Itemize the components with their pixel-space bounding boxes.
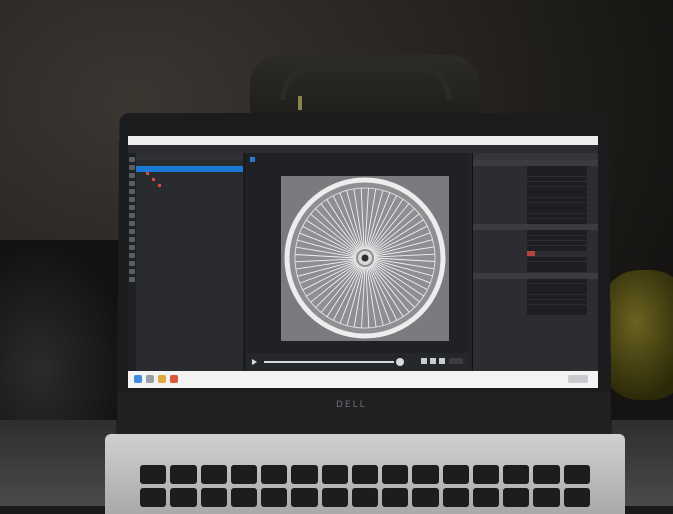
start-icon[interactable]	[134, 375, 142, 383]
windows-taskbar	[128, 371, 598, 388]
view-button[interactable]	[449, 358, 463, 364]
property-value[interactable]	[527, 235, 587, 241]
menu-item[interactable]	[352, 145, 380, 153]
playback-bar	[246, 353, 469, 371]
properties-header	[473, 153, 598, 160]
property-value[interactable]	[527, 240, 587, 246]
checkbox-icon[interactable]	[152, 178, 155, 181]
system-tray[interactable]	[568, 375, 588, 383]
folder-icon[interactable]	[158, 375, 166, 383]
minimize-icon[interactable]	[568, 137, 576, 150]
tool-button[interactable]	[129, 269, 135, 274]
backpack-tag	[298, 96, 302, 110]
tool-button[interactable]	[129, 277, 135, 282]
property-value[interactable]	[527, 262, 587, 267]
property-value[interactable]	[527, 192, 587, 198]
menu-bar	[128, 145, 598, 153]
zoom-icon[interactable]	[430, 358, 436, 364]
tool-button[interactable]	[129, 245, 135, 250]
tool-button[interactable]	[129, 213, 135, 218]
property-value[interactable]	[527, 278, 587, 284]
property-value[interactable]	[527, 181, 587, 187]
property-value[interactable]	[527, 256, 587, 262]
tool-button[interactable]	[129, 205, 135, 210]
close-icon[interactable]	[588, 137, 596, 152]
search-icon[interactable]	[146, 375, 154, 383]
slider-handle[interactable]	[396, 358, 404, 366]
property-value[interactable]	[527, 213, 587, 219]
property-row	[473, 218, 598, 224]
menu-item[interactable]	[380, 145, 408, 153]
property-value[interactable]	[527, 310, 587, 316]
tool-button[interactable]	[129, 157, 135, 162]
menu-item[interactable]	[324, 145, 352, 153]
property-value[interactable]	[527, 197, 587, 203]
property-value[interactable]	[527, 267, 587, 272]
browser-icon[interactable]	[170, 375, 178, 383]
property-value[interactable]	[527, 171, 587, 176]
play-icon[interactable]	[252, 359, 257, 365]
property-value[interactable]	[527, 208, 587, 213]
tool-button[interactable]	[129, 189, 135, 194]
properties-panel	[472, 153, 598, 371]
property-value[interactable]	[527, 289, 587, 294]
maximize-icon[interactable]	[578, 137, 586, 152]
laptop-logo: DELL	[336, 400, 367, 410]
property-value[interactable]	[527, 305, 587, 310]
tool-button[interactable]	[129, 261, 135, 266]
property-value[interactable]	[527, 203, 587, 208]
tool-button[interactable]	[129, 165, 135, 170]
zoom-icon[interactable]	[421, 358, 427, 364]
property-value[interactable]	[527, 299, 587, 305]
tool-button[interactable]	[129, 197, 135, 202]
timeline-slider[interactable]	[264, 361, 394, 363]
color-swatch[interactable]	[527, 251, 535, 257]
property-value[interactable]	[527, 218, 587, 224]
menu-item[interactable]	[296, 145, 324, 153]
tool-strip	[128, 153, 136, 371]
property-value[interactable]	[527, 187, 587, 192]
tool-button[interactable]	[129, 173, 135, 178]
property-value[interactable]	[527, 294, 587, 300]
settings-icon[interactable]	[439, 358, 445, 364]
property-value[interactable]	[527, 230, 587, 235]
menu-item[interactable]	[156, 145, 184, 153]
tree-header	[136, 153, 243, 160]
menu-item[interactable]	[212, 145, 240, 153]
laptop-bezel	[118, 392, 610, 436]
backpack-strap	[280, 64, 452, 100]
keyboard	[140, 465, 590, 507]
property-value[interactable]	[527, 246, 587, 251]
tool-button[interactable]	[129, 229, 135, 234]
menu-item[interactable]	[268, 145, 296, 153]
object-tree-panel	[136, 153, 244, 371]
menu-item[interactable]	[184, 145, 212, 153]
ct-scan-image[interactable]	[281, 176, 449, 341]
laptop-screen	[128, 136, 598, 388]
tool-button[interactable]	[129, 237, 135, 242]
tool-button[interactable]	[129, 253, 135, 258]
property-row	[473, 267, 598, 272]
property-value[interactable]	[527, 176, 587, 182]
viewport-corner-icon[interactable]	[250, 157, 255, 162]
property-value[interactable]	[527, 283, 587, 289]
tool-button[interactable]	[129, 221, 135, 226]
menu-item[interactable]	[240, 145, 268, 153]
checkbox-icon[interactable]	[158, 184, 161, 187]
menu-item[interactable]	[128, 145, 156, 153]
window-titlebar	[128, 136, 598, 152]
checkbox-icon[interactable]	[146, 172, 149, 175]
property-value[interactable]	[527, 166, 587, 171]
property-row	[473, 310, 598, 316]
wheel-slice-image	[284, 177, 446, 339]
tree-row[interactable]	[136, 184, 243, 190]
tool-button[interactable]	[129, 181, 135, 186]
